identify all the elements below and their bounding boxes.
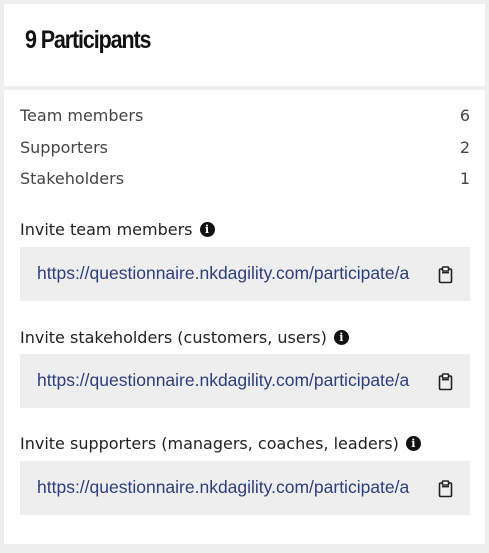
invite-supporters-link-box: https://questionnaire.nkdagility.com/par… (20, 461, 470, 515)
stat-row-stakeholders: Stakeholders 1 (20, 169, 470, 193)
stat-row-team-members: Team members 6 (20, 106, 470, 130)
stat-count: 1 (459, 169, 470, 188)
info-icon[interactable]: i (199, 222, 215, 237)
invite-stakeholders-link-box: https://questionnaire.nkdagility.com/par… (20, 354, 470, 408)
invite-team-members-url[interactable]: https://questionnaire.nkdagility.com/par… (37, 263, 433, 284)
stat-count: 6 (459, 106, 470, 125)
stat-label: Stakeholders (20, 169, 125, 188)
invite-label-text: Invite stakeholders (customers, users) (20, 328, 327, 347)
participants-panel: 9 Participants Team members 6 Supporters… (0, 0, 489, 553)
participants-header: 9 Participants (4, 4, 485, 86)
participants-body: Team members 6 Supporters 2 Stakeholders… (4, 90, 485, 544)
stat-label: Team members (20, 106, 144, 125)
info-icon[interactable]: i (333, 330, 349, 345)
page-title: 9 Participants (25, 26, 151, 54)
invite-supporters-label: Invite supporters (managers, coaches, le… (20, 434, 421, 453)
clipboard-icon[interactable] (438, 266, 453, 284)
invite-label-text: Invite supporters (managers, coaches, le… (20, 434, 399, 453)
info-icon[interactable]: i (405, 436, 421, 451)
invite-supporters-url[interactable]: https://questionnaire.nkdagility.com/par… (37, 477, 433, 498)
clipboard-icon[interactable] (438, 480, 453, 498)
invite-label-text: Invite team members (20, 220, 193, 239)
invite-team-members-link-box: https://questionnaire.nkdagility.com/par… (20, 247, 470, 301)
invite-stakeholders-label: Invite stakeholders (customers, users) i (20, 328, 349, 347)
invite-stakeholders-url[interactable]: https://questionnaire.nkdagility.com/par… (37, 370, 433, 391)
stat-count: 2 (459, 138, 470, 157)
stat-label: Supporters (20, 138, 109, 157)
invite-team-members-label: Invite team members i (20, 220, 215, 239)
stat-row-supporters: Supporters 2 (20, 138, 470, 162)
clipboard-icon[interactable] (438, 373, 453, 391)
